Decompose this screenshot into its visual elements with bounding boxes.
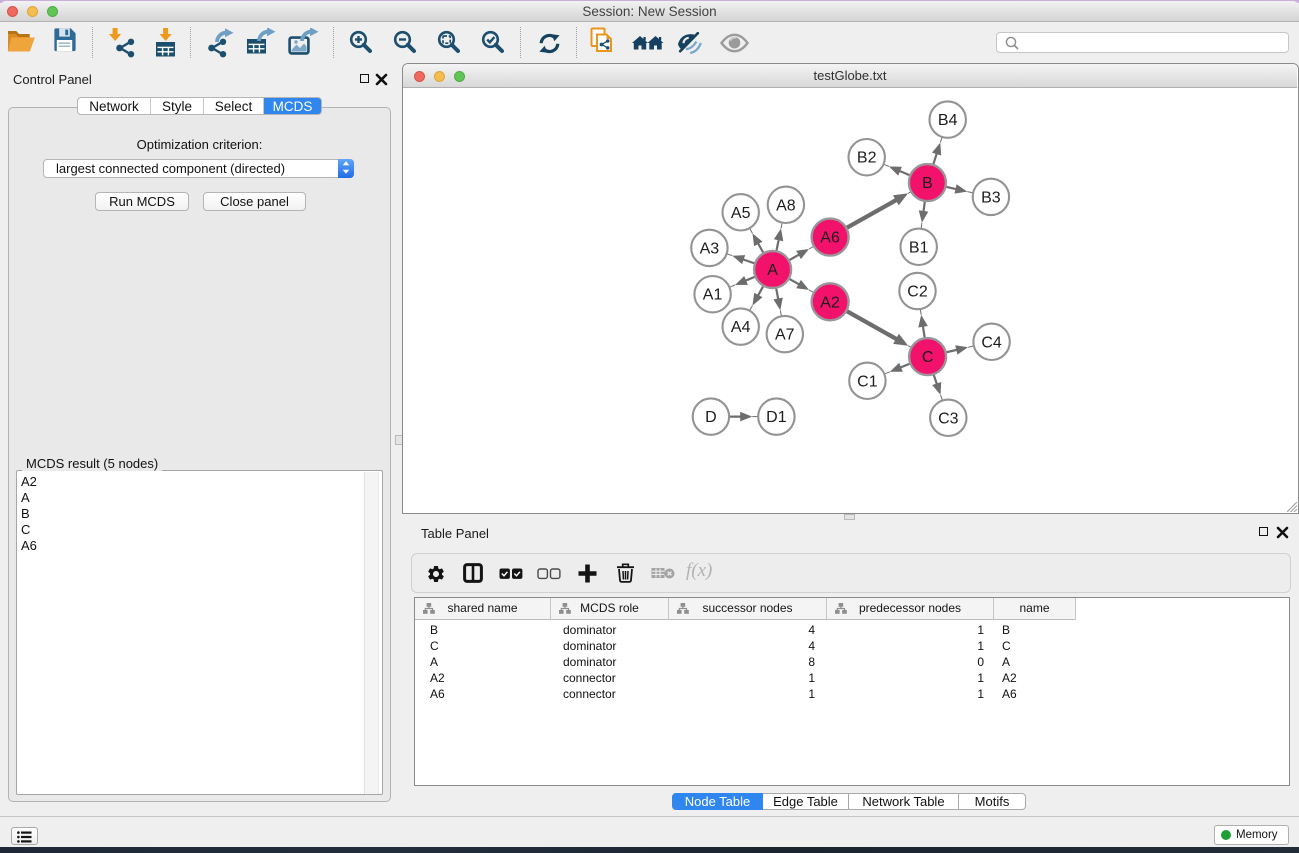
svg-text:A5: A5 [731,205,751,222]
svg-text:C1: C1 [857,373,878,390]
svg-text:C3: C3 [938,410,959,427]
svg-text:A4: A4 [731,319,751,336]
svg-text:B4: B4 [938,112,958,129]
svg-text:B1: B1 [909,239,929,256]
svg-text:A8: A8 [776,197,796,214]
svg-text:B: B [922,175,933,192]
svg-text:D: D [705,409,717,426]
svg-text:A1: A1 [703,287,723,304]
svg-text:B2: B2 [857,150,877,167]
svg-text:B3: B3 [981,189,1001,206]
svg-text:A6: A6 [820,230,840,247]
svg-text:C: C [922,349,934,366]
svg-text:A3: A3 [700,240,720,257]
svg-text:A: A [767,262,778,279]
svg-text:C2: C2 [907,284,928,301]
svg-text:A7: A7 [775,327,795,344]
svg-text:C4: C4 [981,334,1002,351]
svg-text:D1: D1 [766,409,787,426]
svg-text:A2: A2 [820,294,840,311]
